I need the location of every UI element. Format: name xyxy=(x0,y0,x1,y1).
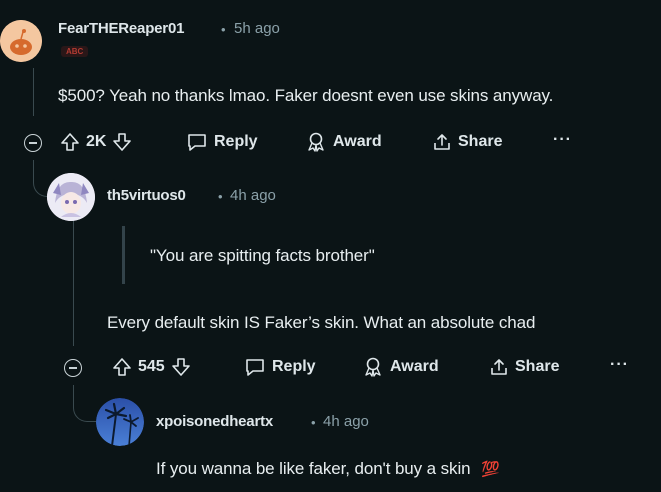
thread-line-2[interactable] xyxy=(73,218,74,346)
award-icon xyxy=(365,357,381,377)
award-label: Award xyxy=(390,358,439,375)
vote-count: 2K xyxy=(86,133,107,150)
award-button[interactable]: Award xyxy=(362,357,439,377)
collapse-icon[interactable] xyxy=(24,134,42,152)
meta-separator: • xyxy=(311,415,316,430)
comment-timestamp[interactable]: 4h ago xyxy=(230,187,276,204)
award-button[interactable]: Award xyxy=(305,132,382,152)
share-label: Share xyxy=(458,133,503,150)
blockquote-text: "You are spitting facts brother" xyxy=(150,246,375,265)
more-options-button[interactable]: ··· xyxy=(610,356,629,374)
palm-tree-avatar-icon[interactable] xyxy=(96,398,144,446)
meta-separator: • xyxy=(221,22,226,37)
award-label: Award xyxy=(333,133,382,150)
share-icon xyxy=(434,134,450,150)
reply-button[interactable]: Reply xyxy=(244,357,316,377)
comment-body: Every default skin IS Faker’s skin. What… xyxy=(107,313,536,332)
comment-timestamp[interactable]: 4h ago xyxy=(323,413,369,430)
comment-author[interactable]: th5virtuos0 xyxy=(107,187,186,204)
thread-line-1[interactable] xyxy=(33,68,34,116)
comment-body-text: If you wanna be like faker, don't buy a … xyxy=(156,459,471,478)
blockquote-bar xyxy=(122,226,125,284)
user-flair: ABC xyxy=(61,46,89,57)
reply-button[interactable]: Reply xyxy=(186,132,258,152)
reply-label: Reply xyxy=(214,133,258,150)
upvote-icon[interactable] xyxy=(112,357,132,377)
comment-timestamp[interactable]: 5h ago xyxy=(234,20,280,37)
vote-controls: 545 xyxy=(112,357,191,377)
share-label: Share xyxy=(515,358,560,375)
comment-thread: FearTHEReaper01 • 5h ago ABC $500? Yeah … xyxy=(0,0,661,492)
hundred-points-emoji-icon: 💯 xyxy=(481,460,500,478)
vote-count: 545 xyxy=(138,358,165,375)
reply-icon xyxy=(246,359,264,376)
reply-label: Reply xyxy=(272,358,316,375)
thread-connector-2 xyxy=(73,385,96,422)
vote-controls: 2K xyxy=(60,132,132,152)
collapse-icon[interactable] xyxy=(64,359,82,377)
upvote-icon[interactable] xyxy=(60,132,80,152)
comment-body: If you wanna be like faker, don't buy a … xyxy=(156,459,500,479)
comment-author[interactable]: xpoisonedheartx xyxy=(156,413,273,430)
downvote-icon[interactable] xyxy=(112,132,132,152)
reply-icon xyxy=(188,134,206,151)
meta-separator: • xyxy=(218,189,223,204)
share-button[interactable]: Share xyxy=(432,132,502,152)
share-icon xyxy=(491,359,507,375)
more-options-button[interactable]: ··· xyxy=(553,131,572,149)
award-icon xyxy=(308,132,324,152)
comment-body: $500? Yeah no thanks lmao. Faker doesnt … xyxy=(58,86,554,105)
anime-avatar-icon[interactable] xyxy=(47,173,95,221)
thread-connector-1 xyxy=(33,160,48,197)
reddit-avatar-icon[interactable] xyxy=(0,20,42,62)
downvote-icon[interactable] xyxy=(171,357,191,377)
comment-author[interactable]: FearTHEReaper01 xyxy=(58,20,184,37)
share-button[interactable]: Share xyxy=(489,357,559,377)
